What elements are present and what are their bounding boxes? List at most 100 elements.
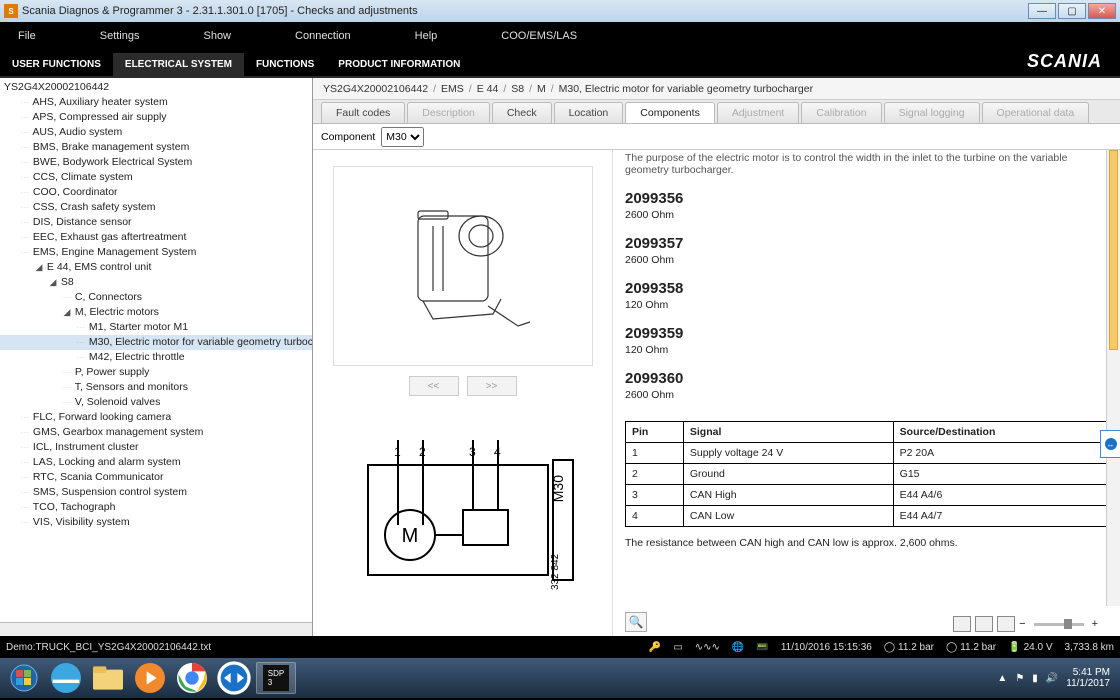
tree-item[interactable]: ··· EMS, Engine Management System bbox=[0, 245, 312, 260]
minimize-button[interactable]: — bbox=[1028, 3, 1056, 19]
menu-show[interactable]: Show bbox=[185, 30, 277, 42]
tree-item[interactable]: ··· T, Sensors and monitors bbox=[0, 380, 312, 395]
tray-up-icon[interactable]: ▲ bbox=[997, 673, 1007, 684]
nav-tab-functions[interactable]: FUNCTIONS bbox=[244, 53, 326, 76]
menu-settings[interactable]: Settings bbox=[82, 30, 186, 42]
breadcrumb-segment[interactable]: YS2G4X20002106442 bbox=[323, 83, 428, 95]
view-mode-2-button[interactable] bbox=[975, 616, 993, 632]
tree-item[interactable]: ··· C, Connectors bbox=[0, 290, 312, 305]
tree-item[interactable]: ··· BMS, Brake management system bbox=[0, 140, 312, 155]
tree-item[interactable]: ◢ M, Electric motors bbox=[0, 305, 312, 320]
svg-text:3: 3 bbox=[469, 445, 476, 459]
tree-item[interactable]: ··· AHS, Auxiliary heater system bbox=[0, 95, 312, 110]
tree-item[interactable]: ··· EEC, Exhaust gas aftertreatment bbox=[0, 230, 312, 245]
component-select[interactable]: M30 bbox=[381, 127, 424, 147]
tree-item[interactable]: ··· DIS, Distance sensor bbox=[0, 215, 312, 230]
view-toolbar: − + bbox=[953, 616, 1098, 632]
tree-item[interactable]: ··· CSS, Crash safety system bbox=[0, 200, 312, 215]
search-button[interactable]: 🔍 bbox=[625, 612, 647, 632]
start-button[interactable] bbox=[4, 662, 44, 694]
part-ohm: 2600 Ohm bbox=[625, 254, 1108, 266]
tray-flag-icon[interactable]: ⚑ bbox=[1015, 673, 1024, 684]
breadcrumb-segment[interactable]: EMS bbox=[441, 83, 464, 95]
system-tray[interactable]: ▲ ⚑ ▮ 🔊 5:41 PM 11/1/2017 bbox=[997, 667, 1116, 689]
tree-item[interactable]: ··· M1, Starter motor M1 bbox=[0, 320, 312, 335]
menu-connection[interactable]: Connection bbox=[277, 30, 397, 42]
component-label: Component bbox=[321, 131, 375, 143]
view-mode-3-button[interactable] bbox=[997, 616, 1015, 632]
tree-item[interactable]: ··· RTC, Scania Communicator bbox=[0, 470, 312, 485]
tree-item[interactable]: ··· TCO, Tachograph bbox=[0, 500, 312, 515]
breadcrumb-segment[interactable]: M30, Electric motor for variable geometr… bbox=[559, 83, 813, 95]
menu-coo-ems-las[interactable]: COO/EMS/LAS bbox=[483, 30, 623, 42]
tree-hscrollbar[interactable] bbox=[0, 622, 312, 636]
component-illustration bbox=[333, 166, 593, 366]
nav-tab-product-information[interactable]: PRODUCT INFORMATION bbox=[326, 53, 472, 76]
svg-text:M: M bbox=[401, 525, 418, 547]
teamviewer-tab[interactable]: ↔ bbox=[1100, 430, 1120, 458]
tree-item[interactable]: ··· APS, Compressed air supply bbox=[0, 110, 312, 125]
zoom-in-button[interactable]: + bbox=[1092, 618, 1098, 630]
menu-file[interactable]: File bbox=[0, 30, 82, 42]
status-datetime: 11/10/2016 15:15:36 bbox=[781, 642, 872, 653]
svg-text:M30: M30 bbox=[550, 475, 566, 502]
resistance-note: The resistance between CAN high and CAN … bbox=[625, 537, 1108, 549]
subtab-fault-codes[interactable]: Fault codes bbox=[321, 102, 405, 123]
tree-item[interactable]: ··· SMS, Suspension control system bbox=[0, 485, 312, 500]
tree-root[interactable]: YS2G4X20002106442 bbox=[0, 80, 312, 95]
subtab-location[interactable]: Location bbox=[554, 102, 624, 123]
key-icon: 🔑 bbox=[649, 642, 661, 653]
component-picker-row: Component M30 bbox=[313, 124, 1120, 150]
taskbar-teamviewer[interactable] bbox=[214, 662, 254, 694]
tree-item[interactable]: ◢ S8 bbox=[0, 275, 312, 290]
main-area: YS2G4X20002106442 ··· AHS, Auxiliary hea… bbox=[0, 78, 1120, 636]
next-illustration-button[interactable]: >> bbox=[467, 376, 517, 396]
tree-item[interactable]: ··· M30, Electric motor for variable geo… bbox=[0, 335, 312, 350]
tree-item[interactable]: ··· P, Power supply bbox=[0, 365, 312, 380]
tree-item[interactable]: ··· V, Solenoid valves bbox=[0, 395, 312, 410]
subtab-description: Description bbox=[407, 102, 490, 123]
zoom-out-button[interactable]: − bbox=[1019, 618, 1025, 630]
part-number: 2099359 bbox=[625, 325, 1108, 342]
link-icon: ∿∿∿ bbox=[695, 642, 720, 653]
nav-tab-user-functions[interactable]: USER FUNCTIONS bbox=[0, 53, 113, 76]
taskbar-explorer[interactable] bbox=[88, 662, 128, 694]
part-ohm: 2600 Ohm bbox=[625, 209, 1108, 221]
subtab-components[interactable]: Components bbox=[625, 102, 715, 123]
tree-item[interactable]: ··· FLC, Forward looking camera bbox=[0, 410, 312, 425]
tree-item[interactable]: ··· M42, Electric throttle bbox=[0, 350, 312, 365]
breadcrumb-segment[interactable]: S8 bbox=[511, 83, 524, 95]
taskbar-chrome[interactable] bbox=[172, 662, 212, 694]
tray-network-icon[interactable]: ▮ bbox=[1032, 673, 1038, 684]
maximize-button[interactable]: ▢ bbox=[1058, 3, 1086, 19]
system-tree[interactable]: YS2G4X20002106442 ··· AHS, Auxiliary hea… bbox=[0, 78, 313, 636]
nav-tab-electrical-system[interactable]: ELECTRICAL SYSTEM bbox=[113, 53, 244, 76]
part-number: 2099357 bbox=[625, 235, 1108, 252]
tray-volume-icon[interactable]: 🔊 bbox=[1046, 673, 1058, 684]
tree-item[interactable]: ··· GMS, Gearbox management system bbox=[0, 425, 312, 440]
taskbar-sdp3[interactable]: SDP3 bbox=[256, 662, 296, 694]
tree-item[interactable]: ··· BWE, Bodywork Electrical System bbox=[0, 155, 312, 170]
view-mode-1-button[interactable] bbox=[953, 616, 971, 632]
tree-item[interactable]: ··· ICL, Instrument cluster bbox=[0, 440, 312, 455]
prev-illustration-button[interactable]: << bbox=[409, 376, 459, 396]
tree-item[interactable]: ··· COO, Coordinator bbox=[0, 185, 312, 200]
tray-clock[interactable]: 5:41 PM 11/1/2017 bbox=[1066, 667, 1110, 689]
taskbar-ie[interactable] bbox=[46, 662, 86, 694]
menu-help[interactable]: Help bbox=[397, 30, 484, 42]
taskbar-mediaplayer[interactable] bbox=[130, 662, 170, 694]
zoom-slider[interactable] bbox=[1034, 623, 1084, 626]
breadcrumb-segment[interactable]: E 44 bbox=[477, 83, 499, 95]
part-ohm: 120 Ohm bbox=[625, 344, 1108, 356]
tree-item[interactable]: ◢ E 44, EMS control unit bbox=[0, 260, 312, 275]
subtab-check[interactable]: Check bbox=[492, 102, 552, 123]
close-button[interactable]: ✕ bbox=[1088, 3, 1116, 19]
pin-header: Source/Destination bbox=[893, 422, 1107, 443]
schematic-diagram: M 1 2 3 4 M30 332 842 bbox=[333, 430, 593, 600]
tree-item[interactable]: ··· AUS, Audio system bbox=[0, 125, 312, 140]
breadcrumb-segment[interactable]: M bbox=[537, 83, 546, 95]
tree-item[interactable]: ··· CCS, Climate system bbox=[0, 170, 312, 185]
tree-item[interactable]: ··· LAS, Locking and alarm system bbox=[0, 455, 312, 470]
content-scrollbar[interactable] bbox=[1106, 150, 1120, 606]
tree-item[interactable]: ··· VIS, Visibility system bbox=[0, 515, 312, 530]
